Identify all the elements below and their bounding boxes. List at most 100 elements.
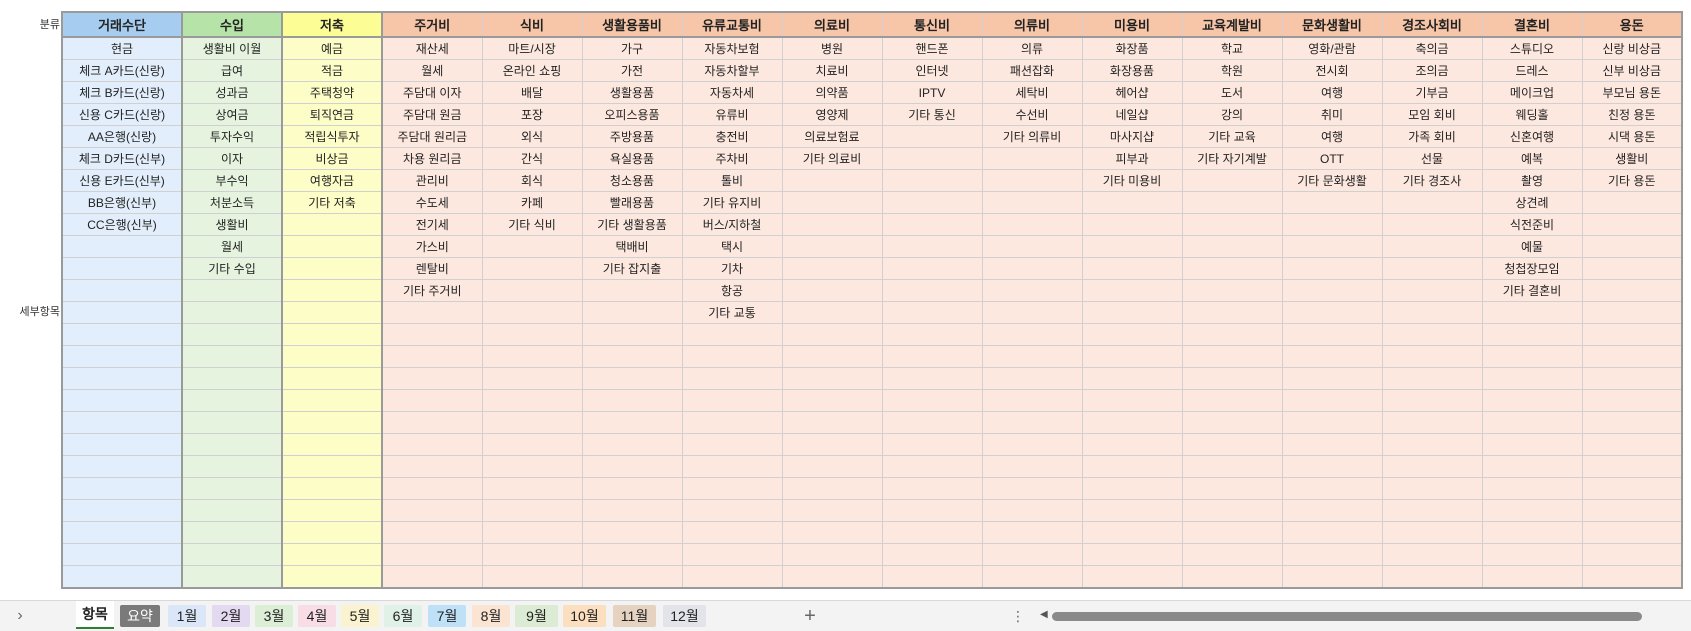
item-cell[interactable]: 기타 문화생활 xyxy=(1281,169,1383,192)
empty-cell[interactable] xyxy=(981,301,1083,324)
empty-cell[interactable] xyxy=(681,543,783,566)
empty-cell[interactable] xyxy=(481,345,583,368)
item-cell[interactable]: 생활비 xyxy=(181,213,283,236)
empty-cell[interactable] xyxy=(1381,389,1483,412)
item-cell[interactable]: 버스/지하철 xyxy=(681,213,783,236)
item-cell[interactable]: CC은행(신부) xyxy=(61,213,183,236)
item-cell[interactable]: 투자수익 xyxy=(181,125,283,148)
empty-cell[interactable] xyxy=(1181,301,1283,324)
column-header[interactable]: 식비 xyxy=(481,11,583,38)
column-header[interactable]: 생활용품비 xyxy=(581,11,683,38)
item-cell[interactable]: 유류비 xyxy=(681,103,783,126)
item-cell[interactable]: 드레스 xyxy=(1481,59,1583,82)
item-cell[interactable]: 신혼여행 xyxy=(1481,125,1583,148)
empty-cell[interactable] xyxy=(981,543,1083,566)
empty-cell[interactable] xyxy=(981,191,1083,214)
empty-cell[interactable] xyxy=(481,499,583,522)
empty-cell[interactable] xyxy=(1181,257,1283,280)
empty-cell[interactable] xyxy=(881,125,983,148)
item-cell[interactable]: 학교 xyxy=(1181,36,1283,60)
empty-cell[interactable] xyxy=(281,433,383,456)
empty-cell[interactable] xyxy=(581,367,683,390)
empty-cell[interactable] xyxy=(881,521,983,544)
empty-cell[interactable] xyxy=(881,279,983,302)
empty-cell[interactable] xyxy=(61,367,183,390)
empty-cell[interactable] xyxy=(1181,235,1283,258)
column-header[interactable]: 통신비 xyxy=(881,11,983,38)
empty-cell[interactable] xyxy=(781,279,883,302)
empty-cell[interactable] xyxy=(281,257,383,280)
item-cell[interactable]: 생활비 xyxy=(1581,147,1683,170)
empty-cell[interactable] xyxy=(281,389,383,412)
empty-cell[interactable] xyxy=(481,279,583,302)
empty-cell[interactable] xyxy=(61,235,183,258)
empty-cell[interactable] xyxy=(1181,477,1283,500)
empty-cell[interactable] xyxy=(581,477,683,500)
item-cell[interactable]: 톨비 xyxy=(681,169,783,192)
item-cell[interactable]: 조의금 xyxy=(1381,59,1483,82)
empty-cell[interactable] xyxy=(181,543,283,566)
item-cell[interactable]: 기타 경조사 xyxy=(1381,169,1483,192)
empty-cell[interactable] xyxy=(481,455,583,478)
empty-cell[interactable] xyxy=(1381,235,1483,258)
empty-cell[interactable] xyxy=(1381,213,1483,236)
item-cell[interactable]: 온라인 쇼핑 xyxy=(481,59,583,82)
item-cell[interactable]: 신부 비상금 xyxy=(1581,59,1683,82)
empty-cell[interactable] xyxy=(61,257,183,280)
empty-cell[interactable] xyxy=(781,213,883,236)
column-header[interactable]: 의료비 xyxy=(781,11,883,38)
item-cell[interactable]: 배달 xyxy=(481,81,583,104)
item-cell[interactable]: 모임 회비 xyxy=(1381,103,1483,126)
item-cell[interactable]: 주방용품 xyxy=(581,125,683,148)
empty-cell[interactable] xyxy=(281,499,383,522)
empty-cell[interactable] xyxy=(181,323,283,346)
empty-cell[interactable] xyxy=(781,499,883,522)
empty-cell[interactable] xyxy=(381,411,483,434)
empty-cell[interactable] xyxy=(981,367,1083,390)
sheet-tab[interactable]: 12월 xyxy=(663,605,706,627)
empty-cell[interactable] xyxy=(881,477,983,500)
item-cell[interactable]: 가전 xyxy=(581,59,683,82)
sheet-tab[interactable]: 1월 xyxy=(168,605,206,627)
empty-cell[interactable] xyxy=(481,543,583,566)
empty-cell[interactable] xyxy=(681,323,783,346)
horizontal-scrollbar[interactable] xyxy=(1052,612,1642,621)
empty-cell[interactable] xyxy=(1281,213,1383,236)
empty-cell[interactable] xyxy=(981,499,1083,522)
empty-cell[interactable] xyxy=(1181,521,1283,544)
empty-cell[interactable] xyxy=(1581,543,1683,566)
empty-cell[interactable] xyxy=(281,565,383,589)
empty-cell[interactable] xyxy=(1581,477,1683,500)
empty-cell[interactable] xyxy=(481,565,583,589)
plus-icon[interactable]: + xyxy=(800,605,820,627)
empty-cell[interactable] xyxy=(681,499,783,522)
item-cell[interactable]: 기타 용돈 xyxy=(1581,169,1683,192)
empty-cell[interactable] xyxy=(381,367,483,390)
empty-cell[interactable] xyxy=(1281,279,1383,302)
item-cell[interactable]: 기타 식비 xyxy=(481,213,583,236)
item-cell[interactable]: 기타 결혼비 xyxy=(1481,279,1583,302)
item-cell[interactable]: 영화/관람 xyxy=(1281,36,1383,60)
empty-cell[interactable] xyxy=(1381,257,1483,280)
empty-cell[interactable] xyxy=(1381,521,1483,544)
empty-cell[interactable] xyxy=(281,301,383,324)
sheet-tab[interactable]: 11월 xyxy=(613,605,656,627)
empty-cell[interactable] xyxy=(781,389,883,412)
empty-cell[interactable] xyxy=(1581,235,1683,258)
empty-cell[interactable] xyxy=(581,565,683,589)
empty-cell[interactable] xyxy=(1181,213,1283,236)
item-cell[interactable]: 메이크업 xyxy=(1481,81,1583,104)
empty-cell[interactable] xyxy=(181,301,283,324)
item-cell[interactable]: 기타 통신 xyxy=(881,103,983,126)
empty-cell[interactable] xyxy=(181,411,283,434)
empty-cell[interactable] xyxy=(881,257,983,280)
empty-cell[interactable] xyxy=(1181,543,1283,566)
column-header[interactable]: 교육계발비 xyxy=(1181,11,1283,38)
item-cell[interactable]: 적금 xyxy=(281,59,383,82)
empty-cell[interactable] xyxy=(61,543,183,566)
column-header[interactable]: 미용비 xyxy=(1081,11,1183,38)
item-cell[interactable]: 피부과 xyxy=(1081,147,1183,170)
empty-cell[interactable] xyxy=(1181,455,1283,478)
empty-cell[interactable] xyxy=(1281,301,1383,324)
item-cell[interactable]: 기타 교육 xyxy=(1181,125,1283,148)
